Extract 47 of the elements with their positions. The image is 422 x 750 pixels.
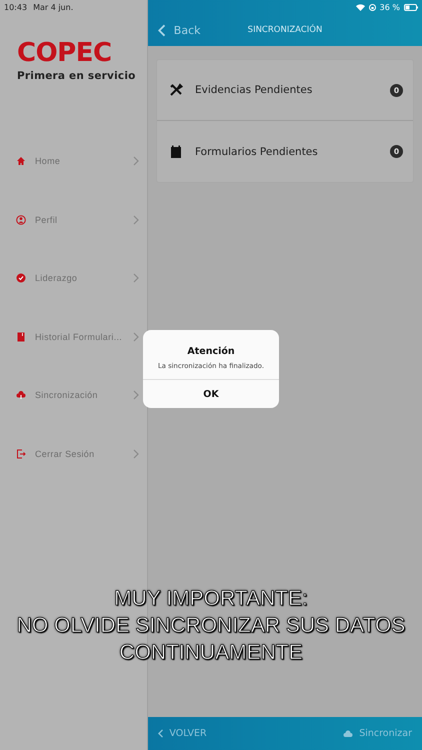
menu-item[interactable]: Home xyxy=(0,132,147,190)
menu-item-label: Cerrar Sesión xyxy=(35,448,96,459)
calendar-icon xyxy=(169,144,183,158)
chevron-icon xyxy=(133,273,139,284)
book-icon xyxy=(16,332,26,342)
menu-item-label: Sincronización xyxy=(35,390,99,400)
back-link[interactable]: Back xyxy=(158,24,201,37)
status-time: 10:43 xyxy=(4,2,28,12)
menu-item[interactable]: Cerrar Sesión xyxy=(0,424,147,483)
check-badge-icon xyxy=(16,273,26,284)
tagline: Primera en servicio xyxy=(16,70,137,82)
ok-button[interactable]: OK xyxy=(143,379,279,408)
back-icon xyxy=(158,729,164,738)
caption-text: MUY IMPORTANTE: xyxy=(114,586,308,612)
chevron-icon xyxy=(133,156,139,166)
screen-title: SINCRONIZACIÓN xyxy=(248,25,322,35)
row-label: Evidencias Pendientes xyxy=(195,84,314,96)
user-icon xyxy=(16,214,26,225)
menu-item[interactable]: Perfil xyxy=(0,190,147,249)
caption-text: NO OLVIDE SINCRONIZAR SUS DATOS xyxy=(16,613,406,639)
chevron-icon xyxy=(133,390,139,400)
logo: COPEC xyxy=(16,40,112,66)
menu-item-label: Home xyxy=(35,156,62,166)
chevron-icon xyxy=(133,214,139,225)
menu-item-label: Historial Formulari... xyxy=(35,332,124,342)
menu-item-label: Perfil xyxy=(35,214,58,225)
back-icon xyxy=(158,24,166,37)
battery-icon xyxy=(404,4,418,10)
battery-percent: 36 % xyxy=(380,2,400,12)
back-button[interactable]: VOLVER xyxy=(158,728,207,739)
home-icon xyxy=(16,156,26,166)
menu-item[interactable]: Historial Formulari... xyxy=(0,308,147,366)
menu-item[interactable]: Liderazgo xyxy=(0,249,147,308)
cloud-icon xyxy=(16,390,26,400)
cloud-icon xyxy=(343,730,354,738)
menu-item-label: Liderazgo xyxy=(35,273,78,284)
dialog-title: Atención xyxy=(187,346,235,357)
status-date: Mar 4 jun. xyxy=(33,2,74,12)
tools-icon xyxy=(169,83,183,97)
chevron-icon xyxy=(133,448,139,459)
logout-icon xyxy=(16,448,26,459)
sync-button[interactable]: Sincronizar xyxy=(343,728,412,739)
row-label: Formularios Pendientes xyxy=(195,146,319,158)
lock-rotation-icon xyxy=(368,4,376,10)
wifi-icon xyxy=(356,4,365,10)
chevron-icon xyxy=(133,332,139,342)
caption-text: CONTINUAMENTE xyxy=(119,640,303,666)
